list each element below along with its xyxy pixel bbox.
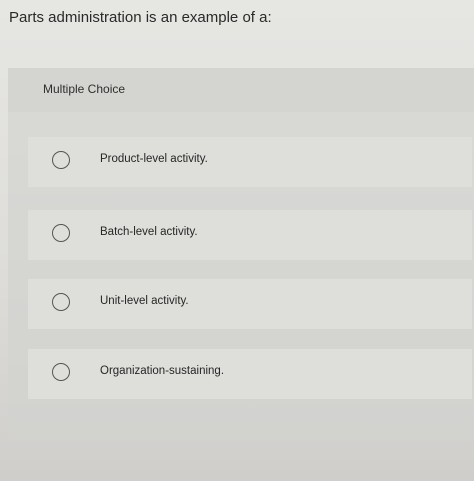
- question-text: Parts administration is an example of a:: [9, 9, 272, 26]
- answer-panel: Multiple Choice Product-level activity. …: [8, 68, 474, 440]
- radio-button-icon[interactable]: [52, 363, 70, 381]
- answer-option-label[interactable]: Product-level activity.: [100, 153, 208, 165]
- answer-option-organization-sustaining[interactable]: Organization-sustaining.: [28, 349, 472, 399]
- answer-option-label[interactable]: Organization-sustaining.: [100, 365, 224, 377]
- answer-option-label[interactable]: Batch-level activity.: [100, 226, 198, 238]
- answer-option-product-level[interactable]: Product-level activity.: [28, 137, 472, 187]
- radio-button-icon[interactable]: [52, 293, 70, 311]
- answer-option-label[interactable]: Unit-level activity.: [100, 295, 189, 307]
- radio-button-icon[interactable]: [52, 224, 70, 242]
- question-type-header: Multiple Choice: [8, 68, 474, 112]
- radio-button-icon[interactable]: [52, 151, 70, 169]
- answer-option-batch-level[interactable]: Batch-level activity.: [28, 210, 472, 260]
- question-type-label: Multiple Choice: [43, 82, 126, 96]
- answer-option-unit-level[interactable]: Unit-level activity.: [28, 279, 472, 329]
